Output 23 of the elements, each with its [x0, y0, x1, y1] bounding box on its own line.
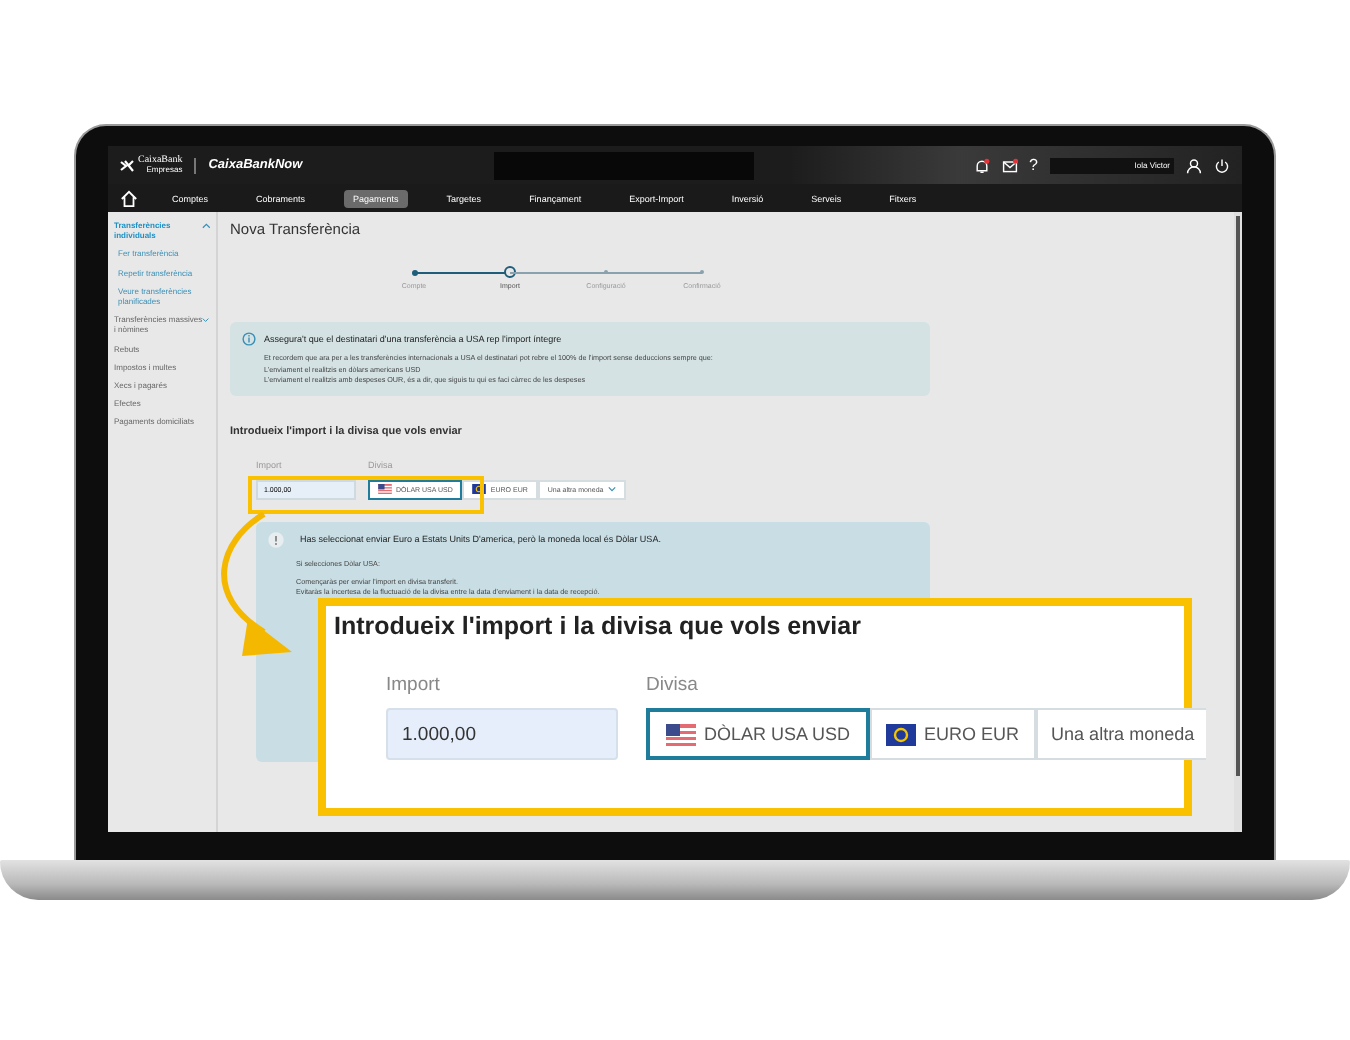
currency-option[interactable]: Una altra moneda [1035, 708, 1206, 760]
field-label: Import [386, 674, 440, 696]
currency-option[interactable]: EURO EUR [870, 708, 1036, 760]
flag-icon [666, 723, 696, 745]
help-button[interactable]: ? [1029, 156, 1038, 174]
field-label: Divisa [646, 674, 698, 696]
chevron-down-icon [607, 486, 616, 493]
mail-icon[interactable] [1001, 157, 1018, 173]
section-heading: Introdueix l'import i la divisa que vols enviar [334, 612, 863, 640]
bell-icon[interactable] [973, 157, 990, 173]
power-icon[interactable] [1214, 157, 1230, 173]
chevron-up-icon[interactable] [201, 222, 210, 230]
curved-arrow [221, 512, 292, 656]
home-icon[interactable] [120, 189, 138, 207]
amount-field[interactable]: 1.000,00 [386, 708, 618, 760]
scrollbar[interactable] [1234, 212, 1242, 832]
currency-option[interactable]: DÒLAR USA USD [646, 708, 871, 760]
info-icon [242, 332, 256, 346]
flag-icon [472, 484, 487, 495]
flag-icon [378, 484, 392, 495]
user-icon[interactable] [1186, 157, 1202, 173]
flag-icon [886, 723, 917, 745]
alert-icon [268, 531, 284, 548]
